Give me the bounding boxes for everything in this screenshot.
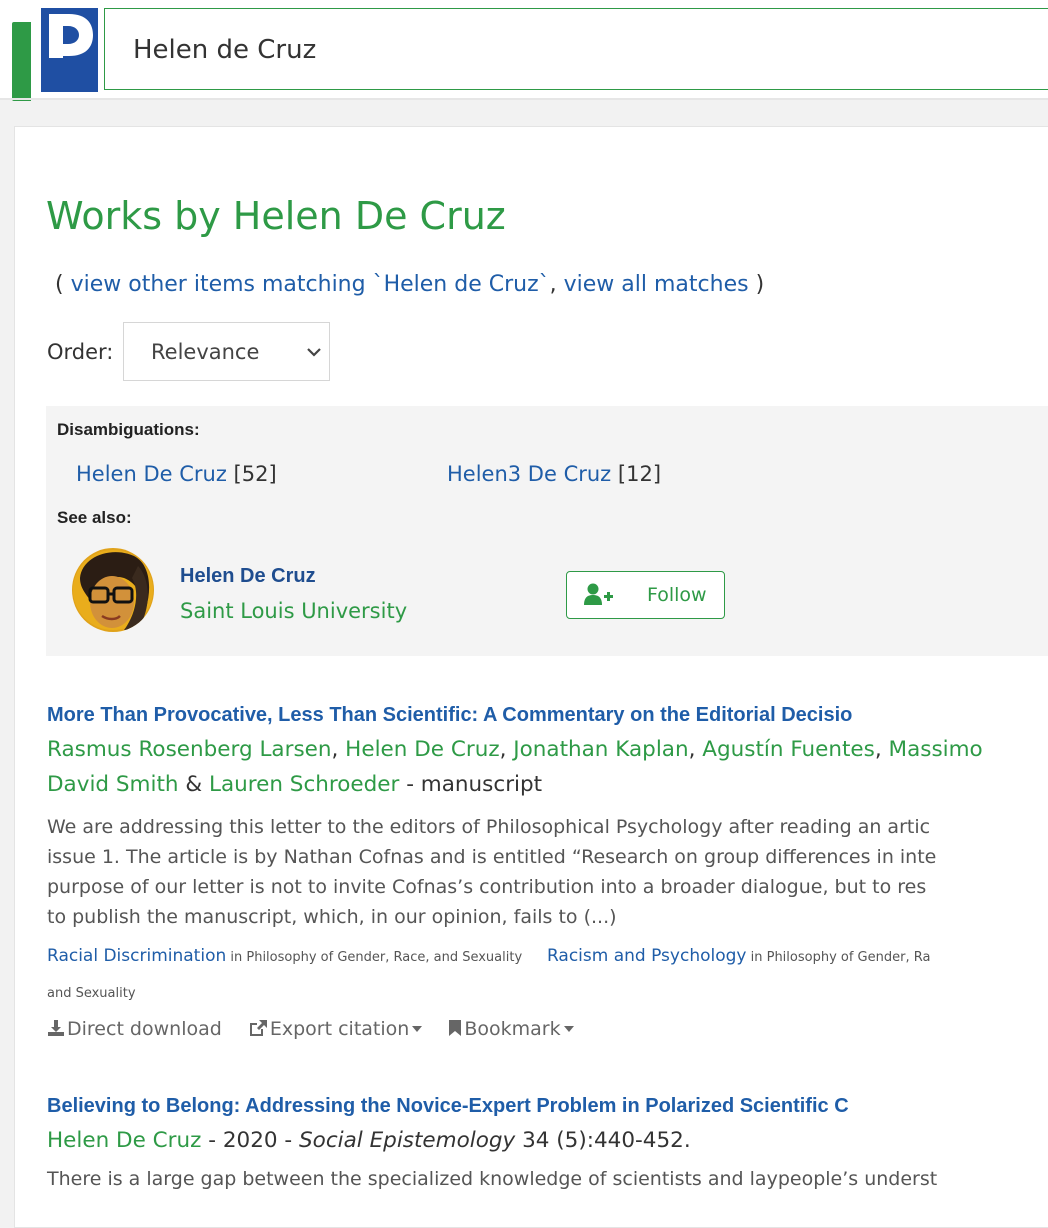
bookmark-dropdown[interactable]: Bookmark	[448, 1018, 574, 1040]
chevron-down-icon	[307, 348, 321, 357]
order-select[interactable]: Relevance	[123, 322, 330, 381]
download-icon	[48, 1020, 64, 1036]
disambiguation-link[interactable]: Helen De Cruz	[76, 462, 227, 486]
disambiguation-count: [52]	[233, 462, 277, 486]
follow-button[interactable]: Follow	[566, 571, 725, 619]
entry-categories-wrap: and Sexuality	[47, 982, 136, 1002]
category-context: and Sexuality	[47, 986, 136, 1001]
search-box[interactable]	[104, 8, 1048, 90]
caret-down-icon	[412, 1026, 423, 1032]
category-context: in Philosophy of Gender, Ra	[746, 950, 931, 965]
other-matches-line: ( view other items matching `Helen de Cr…	[55, 272, 764, 297]
author-sep: ,	[499, 737, 514, 762]
bookmark-label: Bookmark	[464, 1018, 561, 1040]
category-link[interactable]: Racism and Psychology	[547, 946, 747, 966]
author-sep: ,	[688, 737, 703, 762]
logo-green-bar	[12, 22, 31, 101]
disambiguation-item: Helen De Cruz [52]	[76, 462, 277, 486]
category-link[interactable]: Racial Discrimination	[47, 946, 226, 966]
author-sep: &	[178, 772, 209, 797]
paren-open: (	[55, 272, 71, 297]
direct-download-link[interactable]: Direct download	[47, 1018, 222, 1040]
header-divider	[0, 98, 1048, 100]
logo-blue-block	[41, 8, 98, 92]
entry-title-link[interactable]: More Than Provocative, Less Than Scienti…	[47, 704, 852, 727]
paren-close: )	[748, 272, 765, 297]
disambiguations-heading: Disambiguations:	[57, 420, 200, 439]
author-link[interactable]: David Smith	[47, 772, 179, 797]
author-sep: ,	[331, 737, 346, 762]
person-name-link[interactable]: Helen De Cruz	[180, 565, 316, 588]
separator: ,	[549, 272, 564, 297]
entry-categories: Racial Discrimination in Philosophy of G…	[47, 946, 930, 966]
author-link[interactable]: Massimo	[889, 737, 983, 762]
view-other-items-link[interactable]: view other items matching `Helen de Cruz…	[71, 272, 550, 297]
see-also-heading: See also:	[57, 508, 132, 527]
entry-actions: Direct download Export citation Bookmark	[47, 1018, 594, 1040]
entry-title-link[interactable]: Believing to Belong: Addressing the Novi…	[47, 1095, 849, 1118]
disambiguation-item: Helen3 De Cruz [12]	[447, 462, 661, 486]
entry-authors: Helen De Cruz - 2020 - Social Epistemolo…	[47, 1128, 691, 1153]
export-citation-label: Export citation	[269, 1018, 410, 1040]
entry-authors: Rasmus Rosenberg Larsen, Helen De Cruz, …	[47, 737, 983, 762]
disambiguation-count: [12]	[617, 462, 662, 486]
author-link[interactable]: Helen De Cruz	[47, 1128, 201, 1153]
export-citation-dropdown[interactable]: Export citation	[248, 1018, 423, 1040]
entry-abstract: There is a large gap between the special…	[47, 1164, 937, 1194]
abstract-line: issue 1. The article is by Nathan Cofnas…	[47, 846, 937, 868]
philpapers-logo[interactable]	[8, 8, 98, 101]
pub-year: - 2020 -	[201, 1128, 300, 1153]
disambiguation-link[interactable]: Helen3 De Cruz	[447, 462, 611, 486]
direct-download-label: Direct download	[67, 1018, 222, 1040]
abstract-line: We are addressing this letter to the edi…	[47, 816, 931, 838]
avatar[interactable]	[72, 548, 154, 632]
view-all-matches-link[interactable]: view all matches	[564, 272, 749, 297]
bookmark-icon	[449, 1020, 462, 1036]
entry-authors: David Smith & Lauren Schroeder - manuscr…	[47, 772, 542, 797]
search-input[interactable]	[133, 31, 1033, 69]
author-link[interactable]: Helen De Cruz	[345, 737, 499, 762]
abstract-line: to publish the manuscript, which, in our…	[47, 906, 617, 928]
page-title: Works by Helen De Cruz	[46, 194, 506, 238]
abstract-line: There is a large gap between the special…	[47, 1168, 938, 1190]
author-link[interactable]: Rasmus Rosenberg Larsen	[47, 737, 332, 762]
order-select-value: Relevance	[151, 340, 260, 364]
external-link-icon	[249, 1020, 267, 1036]
entry-abstract: We are addressing this letter to the edi…	[47, 812, 936, 932]
add-user-icon	[584, 583, 613, 605]
author-link[interactable]: Agustín Fuentes	[702, 737, 875, 762]
pub-info: - manuscript	[399, 772, 543, 797]
follow-label: Follow	[647, 584, 707, 606]
journal-volume: 34 (5):440-452.	[515, 1128, 691, 1153]
journal-title: Social Epistemology	[299, 1128, 516, 1153]
author-link[interactable]: Jonathan Kaplan	[513, 737, 688, 762]
category-context: in Philosophy of Gender, Race, and Sexua…	[226, 950, 523, 965]
order-label: Order:	[47, 340, 114, 364]
person-affiliation-link[interactable]: Saint Louis University	[180, 599, 407, 623]
author-sep: ,	[874, 737, 889, 762]
caret-down-icon	[563, 1026, 574, 1032]
author-link[interactable]: Lauren Schroeder	[209, 772, 399, 797]
abstract-line: purpose of our letter is not to invite C…	[47, 876, 927, 898]
